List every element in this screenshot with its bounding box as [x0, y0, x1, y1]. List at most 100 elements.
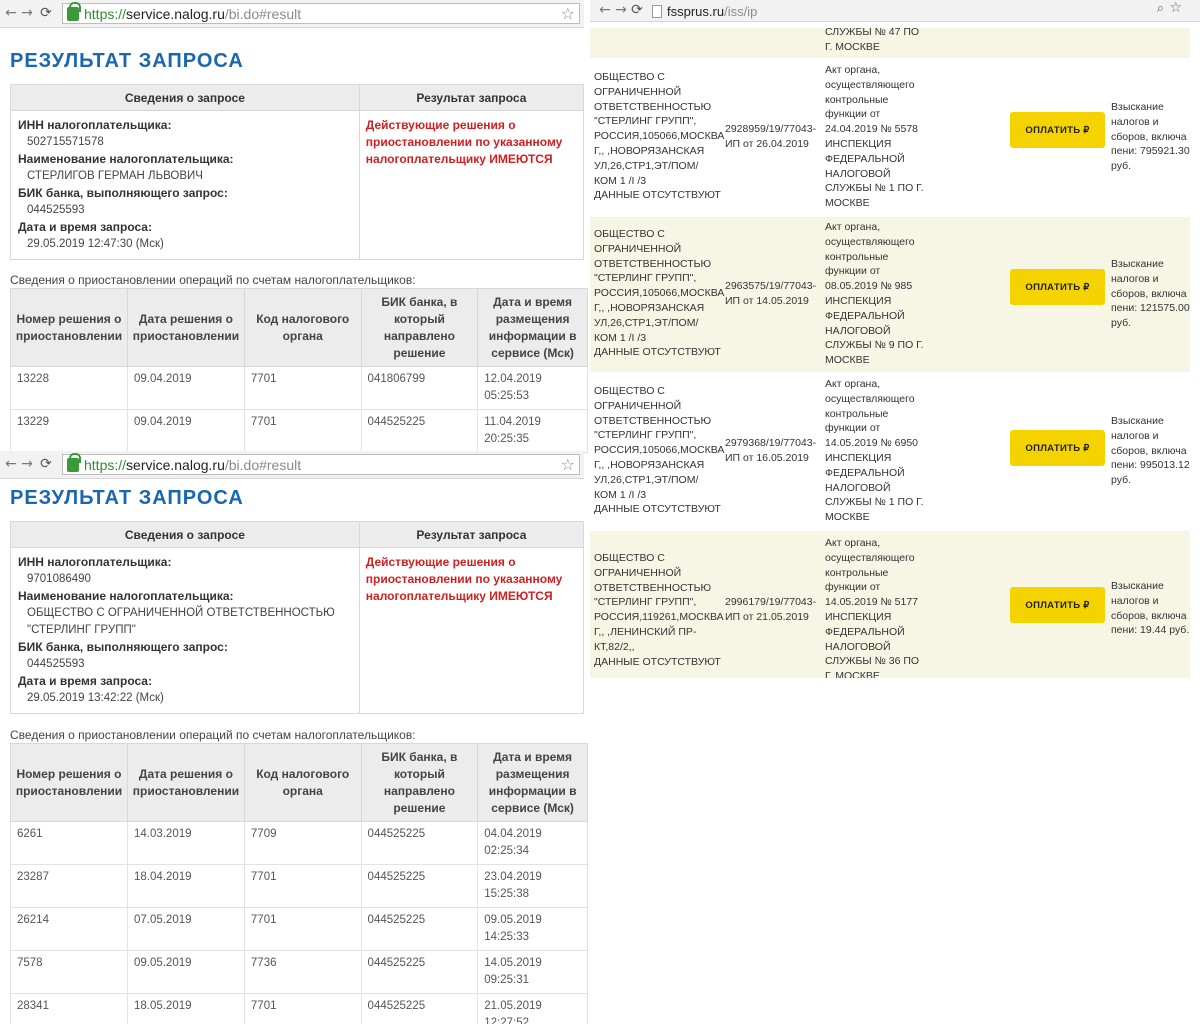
list-item: ОБЩЕСТВО С ОГРАНИЧЕННОЙ ОТВЕТСТВЕННОСТЬЮ… — [590, 60, 1190, 215]
request-info-table: Сведения о запросе Результат запроса ИНН… — [10, 521, 584, 714]
posted-date: 09.05.2019 — [484, 914, 542, 926]
posted-datetime: 14.05.2019 09:25:31 — [477, 950, 588, 994]
debtor-line: ДАННЫЕ ОТСУТСТВУЮТ — [594, 346, 721, 359]
debtor-line: КОМ 1 /I /3 — [594, 331, 647, 344]
act-line: контрольные — [825, 250, 889, 263]
decision-number: 26214 — [10, 907, 128, 951]
taxpayer-name-label: Наименование налогоплательщика: — [18, 152, 234, 166]
page-icon — [652, 4, 662, 18]
act-line: осуществляющего — [825, 551, 915, 564]
nalog-result-panel-2: РЕЗУЛЬТАТ ЗАПРОСА Сведения о запросе Рез… — [0, 479, 588, 1024]
column-header: Дата и время размещения информации в сер… — [477, 288, 588, 367]
decision-number: 6261 — [10, 821, 128, 865]
debtor-line: ОГРАНИЧЕННОЙ — [594, 566, 682, 579]
reload-icon[interactable]: ⟳ — [37, 456, 55, 472]
pay-button[interactable]: ОПЛАТИТЬ ₽ — [1010, 430, 1105, 466]
url-path: /bi.do#result — [224, 5, 302, 22]
decision-date: 18.04.2019 — [126, 864, 245, 908]
table-row: 28341 18.05.2019 7701 044525225 21.05.20… — [10, 993, 588, 1024]
debtor-line: КТ,82/2,, — [594, 640, 635, 653]
bank-bik-label: БИК банка, выполняющего запрос: — [18, 640, 228, 654]
posted-time: 20:25:35 — [484, 433, 529, 445]
bookmark-star-icon[interactable]: ☆ — [561, 455, 575, 474]
debtor-line: ОТВЕТСТВЕННОСТЬЮ — [594, 581, 712, 594]
bank-bik: 044525225 — [360, 864, 479, 908]
act-line: функции от — [825, 581, 881, 594]
address-bar[interactable]: https:// service.nalog.ru /bi.do#result … — [62, 1, 580, 24]
lock-icon — [67, 1, 81, 21]
result-alert: приостановлении по указанному — [365, 572, 563, 586]
debtor-line: Г,, ,НОВОРЯЗАНСКАЯ — [594, 301, 705, 314]
proceeding-number: 2928959/19/77043- — [725, 123, 817, 135]
table-row: 23287 18.04.2019 7701 044525225 23.04.20… — [10, 864, 588, 908]
subject-line: Взыскание — [1111, 258, 1164, 270]
table-row: 6261 14.03.2019 7709 044525225 04.04.201… — [10, 821, 588, 865]
lock-icon — [67, 452, 81, 472]
debtor-line: ОТВЕТСТВЕННОСТЬЮ — [594, 100, 712, 113]
decision-date: 09.05.2019 — [126, 950, 245, 994]
reload-icon[interactable]: ⟳ — [37, 5, 55, 21]
decision-number: 13229 — [10, 409, 128, 453]
url-path: /iss/ip — [724, 3, 758, 19]
table-row: 13229 09.04.2019 7701 044525225 11.04.20… — [10, 409, 588, 453]
url-path: /bi.do#result — [224, 456, 302, 473]
result-alert: налогоплательщику ИМЕЮТСЯ — [365, 589, 553, 603]
suspension-section-caption: Сведения о приостановлении операций по с… — [10, 273, 416, 287]
search-icon[interactable]: ⌕ — [1157, 1, 1164, 16]
browser-toolbar-top: ← → ⟳ https:// service.nalog.ru /bi.do#r… — [0, 0, 584, 28]
act-line: 14.05.2019 № 5177 — [825, 596, 919, 609]
reload-icon[interactable]: ⟳ — [628, 2, 646, 18]
address-bar[interactable]: https:// service.nalog.ru /bi.do#result … — [62, 452, 580, 475]
act-line: ИНСПЕКЦИЯ — [825, 451, 892, 464]
column-header: БИК банка, в который направлено решение — [360, 743, 479, 822]
subject-line: пени: 19.44 руб. — [1111, 624, 1190, 637]
act-line: контрольные — [825, 566, 889, 579]
decision-number: 7578 — [10, 950, 128, 994]
pay-button[interactable]: ОПЛАТИТЬ ₽ — [1010, 112, 1105, 148]
list-item: ОБЩЕСТВО С ОГРАНИЧЕННОЙ ОТВЕТСТВЕННОСТЬЮ… — [590, 374, 1190, 529]
debtor-line: ОГРАНИЧЕННОЙ — [594, 85, 682, 98]
bank-bik: 044525225 — [360, 409, 479, 453]
subject-line: руб. — [1111, 160, 1132, 173]
forward-icon[interactable]: → — [18, 456, 36, 472]
act-line: осуществляющего — [825, 78, 915, 91]
proceeding-date: ИП от 14.05.2019 — [725, 294, 809, 307]
subject-line: пени: 121575.00 — [1111, 302, 1190, 315]
bookmark-star-icon[interactable]: ☆ — [561, 4, 575, 23]
posted-date: 14.05.2019 — [484, 957, 542, 969]
pay-button[interactable]: ОПЛАТИТЬ ₽ — [1010, 587, 1105, 623]
act-line: 24.04.2019 № 5578 — [825, 123, 919, 136]
posted-datetime: 21.05.2019 12:27:52 — [477, 993, 588, 1024]
suspension-section-caption: Сведения о приостановлении операций по с… — [10, 728, 416, 742]
bank-bik: 044525225 — [360, 950, 479, 994]
posted-date: 23.04.2019 — [484, 871, 542, 883]
pay-button[interactable]: ОПЛАТИТЬ ₽ — [1010, 269, 1105, 305]
page-title: РЕЗУЛЬТАТ ЗАПРОСА — [10, 50, 244, 72]
act-line: функции от — [825, 108, 881, 121]
posted-date: 12.04.2019 — [484, 373, 542, 385]
debtor-line: РОССИЯ,105066,МОСКВА — [594, 287, 725, 300]
nalog-result-panel-1: РЕЗУЛЬТАТ ЗАПРОСА Сведения о запросе Рез… — [0, 28, 588, 453]
bookmark-star-icon[interactable]: ☆ — [1169, 0, 1182, 16]
column-header: Дата и время размещения информации в сер… — [477, 743, 588, 822]
debtor-line: РОССИЯ,119261,МОСКВА — [594, 611, 724, 624]
act-line: 08.05.2019 № 985 — [825, 280, 913, 293]
act-line: функции от — [825, 265, 881, 278]
debtor-line: РОССИЯ,105066,МОСКВА — [594, 130, 725, 143]
act-line: ФЕДЕРАЛЬНОЙ — [825, 152, 905, 165]
list-item: ОБЩЕСТВО С ОГРАНИЧЕННОЙ ОТВЕТСТВЕННОСТЬЮ… — [590, 217, 1190, 372]
address-bar[interactable]: fssprus.ru /iss/ip ⌕ ☆ — [652, 0, 1192, 20]
debtor-line: ОГРАНИЧЕННОЙ — [594, 242, 682, 255]
request-info-header: Сведения о запросе — [11, 85, 360, 110]
taxpayer-name-value: "СТЕРЛИНГ ГРУПП" — [27, 624, 136, 636]
act-line: МОСКВЕ — [825, 511, 870, 524]
inn-label: ИНН налогоплательщика: — [18, 118, 172, 132]
subject-line: Взыскание — [1111, 415, 1164, 427]
bank-bik-label: БИК банка, выполняющего запрос: — [18, 186, 228, 200]
forward-icon[interactable]: → — [18, 5, 36, 21]
debtor-line: Г,, ,ЛЕНИНСКИЙ ПР- — [594, 625, 697, 638]
act-line: НАЛОГОВОЙ — [825, 481, 891, 494]
posted-datetime: 23.04.2019 15:25:38 — [477, 864, 588, 908]
posted-time: 15:25:38 — [484, 888, 529, 900]
debtor-line: КОМ 1 /I /3 — [594, 174, 647, 187]
